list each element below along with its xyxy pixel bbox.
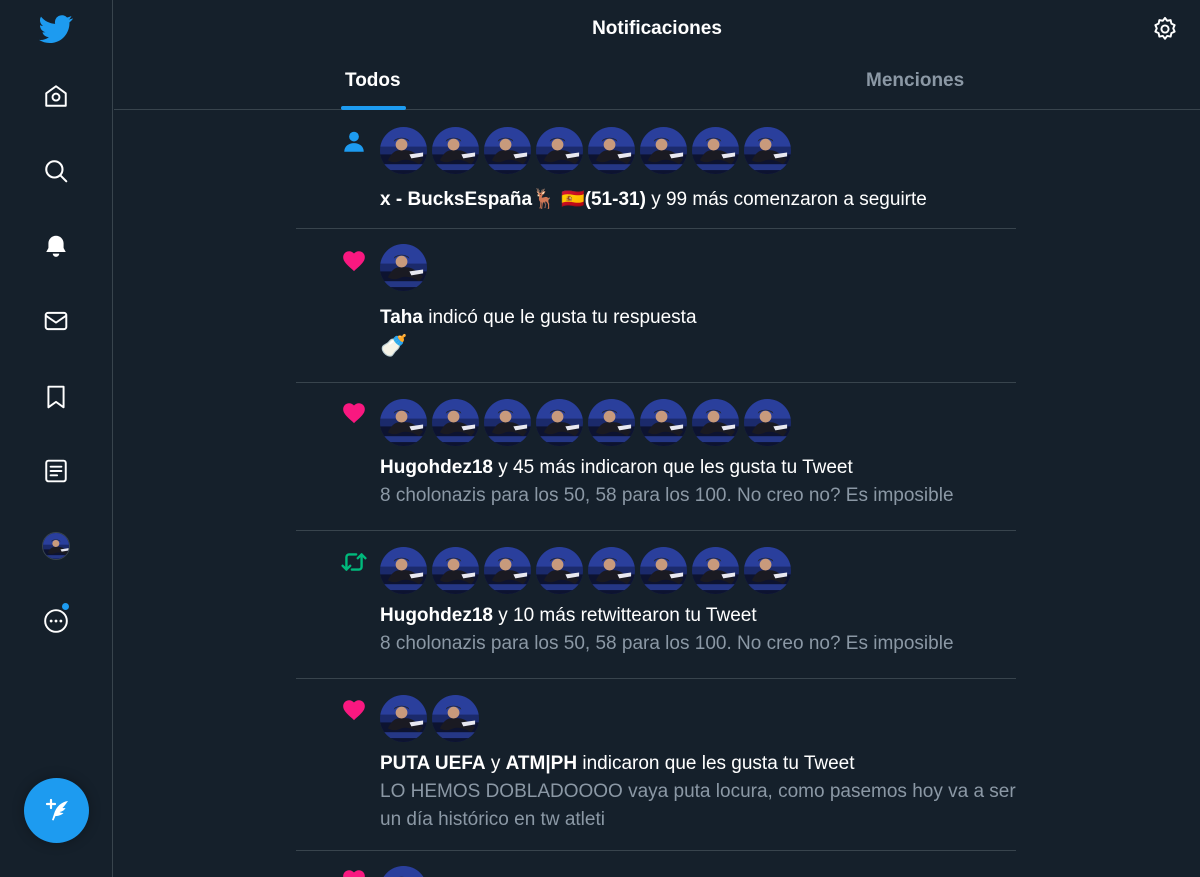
avatar[interactable] <box>640 399 687 446</box>
active-tab-indicator <box>341 106 406 110</box>
avatar[interactable] <box>380 866 427 877</box>
avatar[interactable] <box>380 695 427 742</box>
avatar[interactable] <box>484 127 531 174</box>
actor-name[interactable]: Taha <box>380 307 423 328</box>
unread-dot <box>62 603 69 610</box>
more-icon[interactable] <box>37 602 75 640</box>
notification-item[interactable]: Hugohdez18 y 45 más indicaron que les gu… <box>296 383 1016 531</box>
actor-name[interactable]: Hugohdez18 <box>380 605 493 626</box>
avatar[interactable] <box>692 547 739 594</box>
notification-message: y 45 más indicaron que les gusta tu Twee… <box>492 457 853 478</box>
avatar[interactable] <box>640 127 687 174</box>
actor-name[interactable]: PUTA UEFA <box>380 753 486 774</box>
actor-name[interactable]: Hugohdez18 <box>380 457 493 478</box>
notification-text: Hugohdez18 y 10 más retwittearon tu Twee… <box>380 602 757 630</box>
avatar-row <box>380 695 479 742</box>
settings-icon[interactable] <box>1152 16 1178 42</box>
bookmark-icon[interactable] <box>37 378 75 416</box>
tweet-content: 8 cholonazis para los 50, 58 para los 10… <box>380 485 954 506</box>
home-icon[interactable] <box>37 77 75 115</box>
avatar[interactable] <box>380 127 427 174</box>
tweet-content: 8 cholonazis para los 50, 58 para los 10… <box>380 633 954 654</box>
avatar-row <box>380 866 427 877</box>
sidebar <box>0 0 113 877</box>
notification-text: Taha indicó que le gusta tu respuesta <box>380 304 697 332</box>
notification-item[interactable]: Hugohdez18 y 10 más retwittearon tu Twee… <box>296 531 1016 679</box>
search-icon[interactable] <box>37 152 75 190</box>
notifications-feed: x - BucksEspaña🦌 🇪🇸(51-31) y 99 más come… <box>296 111 1016 877</box>
notification-connector: y <box>485 753 506 774</box>
tweet-content: 🍼 <box>380 333 408 358</box>
notification-item[interactable]: Taha indicó que le gusta tu respuesta 🍼 <box>296 229 1016 383</box>
header: Notificaciones Todos Menciones <box>114 0 1200 110</box>
compose-tweet-button[interactable] <box>24 778 89 843</box>
tab-todos[interactable]: Todos <box>345 70 401 92</box>
notification-text: Hugohdez18 y 45 más indicaron que les gu… <box>380 454 853 482</box>
heart-icon <box>340 399 368 427</box>
avatar[interactable] <box>744 399 791 446</box>
avatar[interactable] <box>484 547 531 594</box>
avatar[interactable] <box>432 127 479 174</box>
avatar[interactable] <box>432 399 479 446</box>
notification-message: indicó que le gusta tu respuesta <box>422 307 697 328</box>
heart-icon <box>340 247 368 275</box>
actor-name[interactable]: ATM|PH <box>506 753 577 774</box>
profile-avatar[interactable] <box>42 532 70 560</box>
avatar-row <box>380 127 791 174</box>
page-title: Notificaciones <box>592 18 722 39</box>
person-icon <box>340 128 368 156</box>
avatar[interactable] <box>744 547 791 594</box>
avatar[interactable] <box>536 127 583 174</box>
tweet-content: LO HEMOS DOBLADOOOO vaya puta locura, co… <box>380 781 1016 830</box>
avatar-row <box>380 244 427 291</box>
avatar[interactable] <box>380 244 427 291</box>
mail-icon[interactable] <box>37 302 75 340</box>
notification-item[interactable]: x - BucksEspaña🦌 🇪🇸(51-31) y 99 más come… <box>296 111 1016 229</box>
avatar[interactable] <box>588 127 635 174</box>
avatar-row <box>380 547 791 594</box>
avatar[interactable] <box>432 547 479 594</box>
heart-icon <box>340 696 368 724</box>
avatar[interactable] <box>588 399 635 446</box>
lists-icon[interactable] <box>37 452 75 490</box>
avatar[interactable] <box>744 127 791 174</box>
notification-item[interactable]: PUTA UEFA y ATM|PH indicaron que les gus… <box>296 679 1016 851</box>
notification-message: y 99 más comenzaron a seguirte <box>645 189 927 210</box>
tab-menciones[interactable]: Menciones <box>866 70 964 92</box>
notification-message: indicaron que les gusta tu Tweet <box>577 753 855 774</box>
avatar[interactable] <box>536 547 583 594</box>
avatar[interactable] <box>640 547 687 594</box>
twitter-logo-icon[interactable] <box>37 10 75 48</box>
notification-text: x - BucksEspaña🦌 🇪🇸(51-31) y 99 más come… <box>380 186 927 214</box>
avatar[interactable] <box>588 547 635 594</box>
avatar-row <box>380 399 791 446</box>
actor-name[interactable]: x - BucksEspaña🦌 🇪🇸(51-31) <box>380 189 646 210</box>
avatar[interactable] <box>380 547 427 594</box>
avatar[interactable] <box>692 399 739 446</box>
avatar[interactable] <box>380 399 427 446</box>
avatar[interactable] <box>432 695 479 742</box>
notification-item[interactable] <box>296 851 1016 877</box>
heart-icon <box>340 866 368 877</box>
avatar[interactable] <box>484 399 531 446</box>
compose-tweet-icon <box>45 798 68 820</box>
bell-icon[interactable] <box>37 227 75 265</box>
notification-message: y 10 más retwittearon tu Tweet <box>492 605 757 626</box>
avatar[interactable] <box>536 399 583 446</box>
notification-text: PUTA UEFA y ATM|PH indicaron que les gus… <box>380 750 855 778</box>
retweet-icon <box>340 548 368 576</box>
avatar[interactable] <box>692 127 739 174</box>
